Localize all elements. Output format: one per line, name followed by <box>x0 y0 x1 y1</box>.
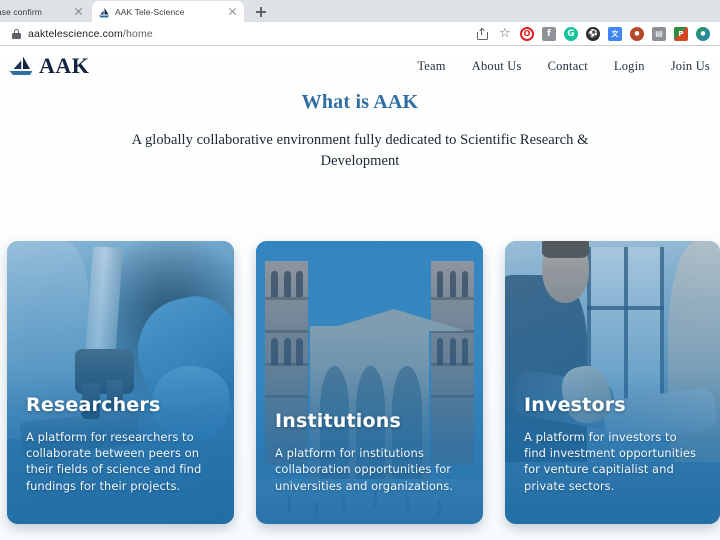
page-viewport: AAK Team About Us Contact Login Join Us … <box>0 46 720 540</box>
browser-tab-active[interactable]: AAK Tele-Science <box>92 1 244 22</box>
star-glyph: ☆ <box>499 26 511 41</box>
basketball-extension-icon[interactable]: ● <box>626 23 648 45</box>
url-path: /home <box>122 28 153 40</box>
feature-card-investors[interactable]: Investors A platform for investors to fi… <box>505 241 720 524</box>
card-title: Institutions <box>275 410 401 433</box>
tab-title: ini please confirm <box>0 6 42 17</box>
sidebar-extension-icon[interactable]: ▤ <box>648 23 670 45</box>
powerpoint-extension-glyph: P <box>674 27 688 41</box>
nav-item-join-us[interactable]: Join Us <box>671 59 710 74</box>
grammarly-extension-icon[interactable]: G <box>560 23 582 45</box>
nav-item-login[interactable]: Login <box>614 59 645 74</box>
sailboat-logo-icon <box>8 56 34 76</box>
main-nav: Team About Us Contact Login Join Us <box>391 59 720 74</box>
address-bar[interactable]: aaktelescience.com/home ☆ O f G ⚽ 文 ● ▤ … <box>0 22 720 46</box>
soccer-ball-extension-glyph: ⚽ <box>586 27 600 41</box>
card-content: Investors A platform for investors to fi… <box>505 393 720 524</box>
globe-extension-glyph: ● <box>696 27 710 41</box>
facebook-extension-glyph: f <box>542 27 556 41</box>
opera-extension-glyph: O <box>523 29 531 38</box>
globe-extension-icon[interactable]: ● <box>692 23 714 45</box>
soccer-ball-extension-icon[interactable]: ⚽ <box>582 23 604 45</box>
card-body: A platform for institutions collaboratio… <box>275 446 453 493</box>
translate-extension-icon[interactable]: 文 <box>604 23 626 45</box>
close-icon[interactable] <box>226 6 238 18</box>
url-text: aaktelescience.com/home <box>28 28 153 40</box>
card-content: Institutions A platform for institutions… <box>256 411 483 524</box>
share-icon[interactable] <box>472 23 494 45</box>
browser-tab-inactive[interactable]: ini please confirm <box>0 1 90 22</box>
opera-extension-icon[interactable]: O <box>516 23 538 45</box>
sailboat-icon <box>98 6 110 18</box>
page-subtitle: A globally collaborative environment ful… <box>131 132 589 170</box>
feature-cards: Researchers A platform for researchers t… <box>0 241 720 529</box>
facebook-extension-icon[interactable]: f <box>538 23 560 45</box>
card-body: A platform for investors to find investm… <box>524 429 696 493</box>
feature-card-institutions[interactable]: Institutions A platform for institutions… <box>256 241 483 524</box>
close-icon[interactable] <box>72 6 84 18</box>
nav-item-about-us[interactable]: About Us <box>472 59 522 74</box>
lock-icon <box>12 29 21 39</box>
browser-chrome: ini please confirm AAK Tele-Science <box>0 0 720 46</box>
card-content: Researchers A platform for researchers t… <box>7 393 234 524</box>
grammarly-extension-glyph: G <box>564 27 578 41</box>
brand-logo[interactable]: AAK <box>8 55 89 77</box>
nav-item-team[interactable]: Team <box>417 59 445 74</box>
card-title: Researchers <box>26 393 161 416</box>
bookmark-star-icon[interactable]: ☆ <box>494 23 516 45</box>
feature-card-researchers[interactable]: Researchers A platform for researchers t… <box>7 241 234 524</box>
sidebar-extension-glyph: ▤ <box>652 27 666 41</box>
new-tab-button[interactable] <box>252 3 270 21</box>
card-body: A platform for researchers to collaborat… <box>26 429 202 493</box>
browser-window: ini please confirm AAK Tele-Science <box>0 0 720 540</box>
hero-section: What is AAK A globally collaborative env… <box>0 90 720 172</box>
site-header: AAK Team About Us Contact Login Join Us <box>0 46 720 86</box>
tab-title: AAK Tele-Science <box>115 6 185 17</box>
powerpoint-extension-icon[interactable]: P <box>670 23 692 45</box>
translate-extension-glyph: 文 <box>608 27 622 41</box>
url-host: aaktelescience.com <box>28 28 123 40</box>
brand-name: AAK <box>39 53 90 78</box>
nav-item-contact[interactable]: Contact <box>548 59 588 74</box>
page-title: What is AAK <box>301 91 419 113</box>
card-title: Investors <box>524 393 626 416</box>
tab-strip: ini please confirm AAK Tele-Science <box>0 0 720 22</box>
basketball-extension-glyph: ● <box>630 27 644 41</box>
omnibar-actions: ☆ O f G ⚽ 文 ● ▤ P ● <box>472 23 720 45</box>
